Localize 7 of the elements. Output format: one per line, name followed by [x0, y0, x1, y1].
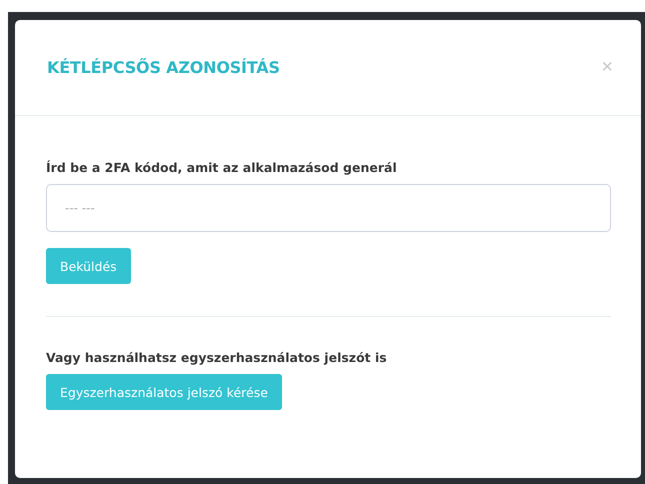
close-button[interactable]: ×: [601, 56, 613, 79]
otp-text: Vagy használhatsz egyszerhasználatos jelszót is: [46, 350, 388, 365]
code-input-field[interactable]: --- ---: [46, 184, 611, 232]
code-label: Írd be a 2FA kódod, amit az alkalmazásod generál: [46, 160, 398, 175]
dialog-title: KÉTLÉPCSŐS AZONOSÍTÁS: [47, 58, 280, 77]
submit-button[interactable]: Beküldés: [46, 248, 131, 284]
otp-request-button[interactable]: Egyszerhasználatos jelszó kérése: [46, 374, 282, 410]
